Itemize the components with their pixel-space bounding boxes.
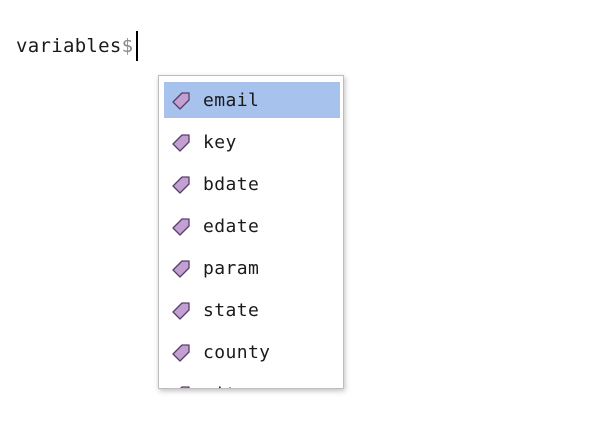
property-tag-icon xyxy=(167,250,195,286)
autocomplete-item[interactable]: bdate xyxy=(164,166,340,202)
autocomplete-item[interactable]: edate xyxy=(164,208,340,244)
autocomplete-item[interactable]: city xyxy=(164,376,340,389)
code-editor[interactable]: variables $ email key bdate edate param … xyxy=(0,0,608,430)
autocomplete-popup[interactable]: email key bdate edate param state county xyxy=(158,75,344,389)
autocomplete-item-label: bdate xyxy=(203,173,260,195)
autocomplete-item-label: city xyxy=(203,384,248,389)
code-identifier: variables xyxy=(16,35,122,57)
property-tag-icon xyxy=(167,208,195,244)
text-caret xyxy=(136,31,139,61)
property-tag-icon xyxy=(167,124,195,160)
property-tag-icon xyxy=(167,166,195,202)
autocomplete-item[interactable]: key xyxy=(164,124,340,160)
property-tag-icon xyxy=(167,334,195,370)
property-tag-icon xyxy=(167,82,195,118)
autocomplete-item[interactable]: param xyxy=(164,250,340,286)
autocomplete-item-label: county xyxy=(203,341,271,363)
autocomplete-item-label: email xyxy=(203,89,260,111)
autocomplete-item[interactable]: county xyxy=(164,334,340,370)
property-tag-icon xyxy=(167,376,195,388)
property-tag-icon xyxy=(167,292,195,328)
autocomplete-item-label: edate xyxy=(203,215,260,237)
autocomplete-item[interactable]: email xyxy=(164,82,340,118)
code-line: variables $ xyxy=(16,31,139,61)
autocomplete-item[interactable]: state xyxy=(164,292,340,328)
autocomplete-item-label: param xyxy=(203,257,260,279)
autocomplete-item-label: key xyxy=(203,131,237,153)
autocomplete-item-label: state xyxy=(203,299,260,321)
code-sigil: $ xyxy=(121,35,134,57)
